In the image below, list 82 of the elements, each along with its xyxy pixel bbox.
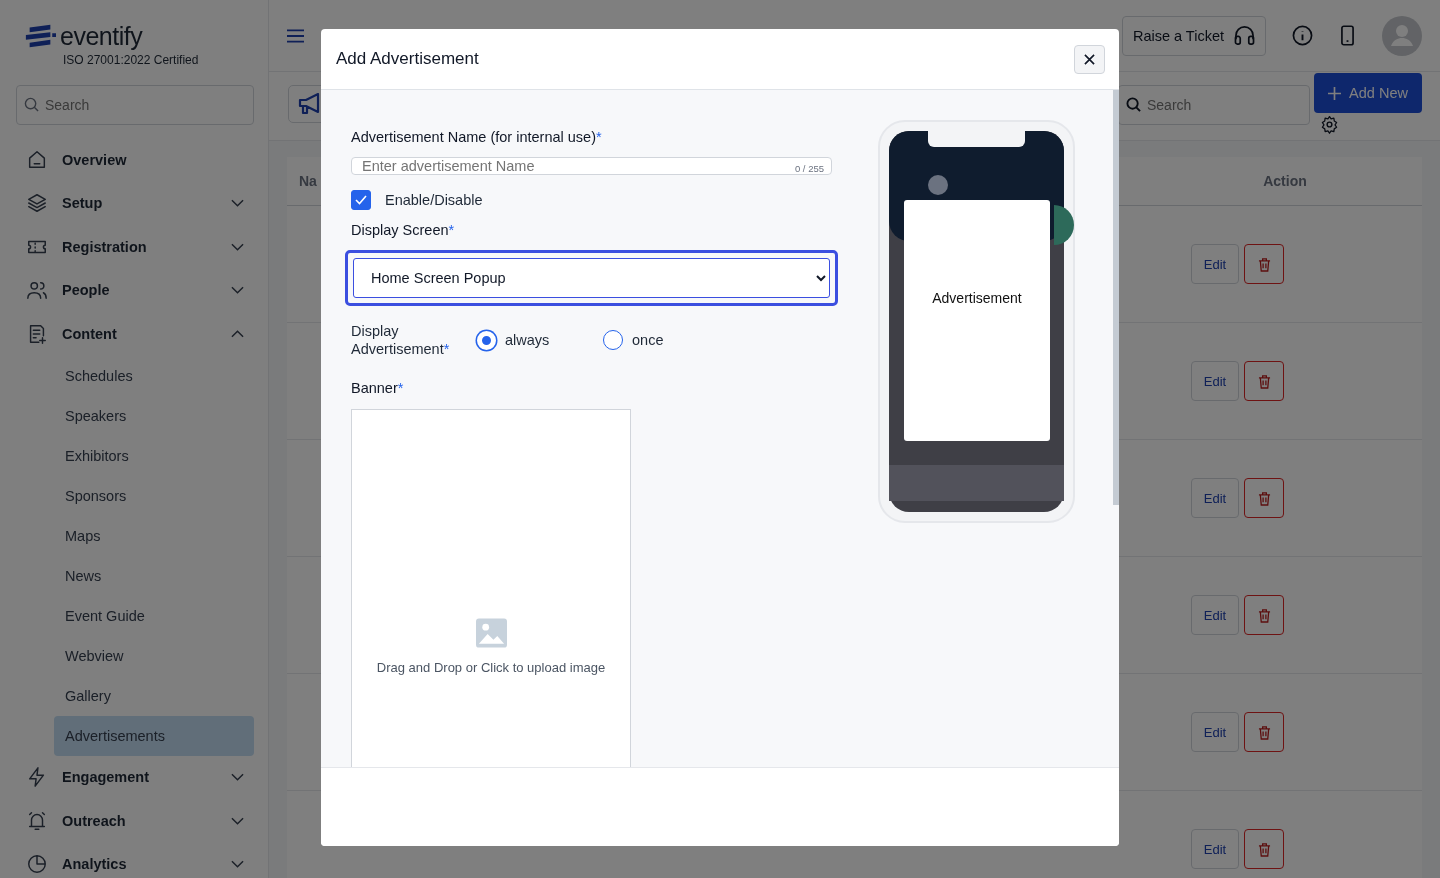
- nav-subitem[interactable]: Sponsors: [54, 475, 254, 516]
- checkbox-label: Enable/Disable: [385, 192, 483, 208]
- trash-icon: [1257, 724, 1271, 740]
- mobile-phone-icon[interactable]: [1341, 25, 1354, 46]
- raise-ticket-button[interactable]: Raise a Ticket: [1121, 15, 1266, 56]
- search-field[interactable]: Search: [16, 85, 254, 125]
- search-field[interactable]: Search: [1118, 85, 1310, 125]
- trash-icon: [1257, 607, 1271, 623]
- close-icon: [1084, 53, 1095, 65]
- megaphone-icon: [298, 93, 322, 115]
- certification-text: ISO 27001:2022 Certified: [63, 53, 200, 67]
- delete-button[interactable]: [1244, 244, 1284, 284]
- radio-label: always: [505, 332, 550, 348]
- modal-title: Add Advertisement: [336, 49, 479, 69]
- field-label: Advertisement Name (for internal use)*: [351, 129, 603, 145]
- trash-icon: [1257, 841, 1271, 857]
- close-button[interactable]: [1074, 44, 1105, 74]
- nav-subitem[interactable]: Exhibitors: [54, 435, 254, 476]
- image-icon: [475, 618, 507, 648]
- search-icon: [1126, 97, 1141, 112]
- brand-name: eventify: [60, 22, 143, 51]
- headset-icon: [1234, 26, 1255, 45]
- nav-subitem[interactable]: Maps: [54, 515, 254, 556]
- radio-button[interactable]: [603, 330, 623, 350]
- logo-icon: [24, 23, 56, 50]
- edit-button[interactable]: Edit: [1191, 244, 1239, 284]
- radio-label: once: [632, 332, 664, 348]
- trash-icon: [1257, 373, 1271, 389]
- nav-icon: [26, 148, 48, 171]
- field-label: Banner*: [351, 380, 405, 396]
- delete-button[interactable]: [1244, 595, 1284, 635]
- required-mark: *: [596, 129, 602, 145]
- info-icon[interactable]: [1292, 25, 1313, 46]
- nav-subitem[interactable]: News: [54, 555, 254, 596]
- nav-subitem[interactable]: Advertisements: [54, 715, 254, 756]
- required-mark: *: [443, 341, 450, 357]
- checkbox[interactable]: [351, 190, 371, 210]
- edit-button[interactable]: Edit: [1191, 478, 1239, 518]
- checkmark-icon: [355, 195, 367, 205]
- nav-item[interactable]: Analytics: [16, 842, 254, 878]
- nav-subitem[interactable]: Webview: [54, 635, 254, 676]
- edit-button[interactable]: Edit: [1191, 712, 1239, 752]
- delete-button[interactable]: [1244, 712, 1284, 752]
- nav-subitem[interactable]: Schedules: [54, 355, 254, 396]
- required-mark: *: [397, 380, 404, 396]
- character-counter: 0 / 255: [794, 163, 824, 174]
- advertisement-label: Advertisement: [932, 290, 1022, 308]
- delete-button[interactable]: [1244, 478, 1284, 518]
- menu-icon[interactable]: [287, 28, 304, 43]
- nav-item[interactable]: Setup: [16, 181, 254, 225]
- edit-button[interactable]: Edit: [1191, 829, 1239, 869]
- upload-hint: Drag and Drop or Click to upload image: [376, 660, 606, 675]
- nav-icon: [26, 192, 48, 215]
- nav-icon: [26, 853, 48, 876]
- field-label: Display Advertisement*: [351, 322, 451, 358]
- search-icon: [24, 97, 39, 112]
- delete-button[interactable]: [1244, 829, 1284, 869]
- nav-icon: [26, 809, 48, 832]
- nav-subitem[interactable]: Gallery: [54, 675, 254, 716]
- nav-icon: [26, 279, 48, 302]
- nav-subitem[interactable]: Event Guide: [54, 595, 254, 636]
- nav-item[interactable]: Content: [16, 312, 254, 356]
- field-label: Display Screen*: [351, 222, 456, 238]
- settings-icon[interactable]: [1320, 115, 1339, 134]
- column-header: Na: [299, 173, 318, 189]
- upload-area[interactable]: Drag and Drop or Click to upload image: [351, 409, 631, 767]
- nav-item[interactable]: Engagement: [16, 755, 254, 799]
- edit-button[interactable]: Edit: [1191, 361, 1239, 401]
- nav-item[interactable]: Registration: [16, 225, 254, 269]
- nav-item[interactable]: People: [16, 268, 254, 312]
- delete-button[interactable]: [1244, 361, 1284, 401]
- column-header: Action: [1262, 173, 1308, 189]
- required-mark: *: [448, 222, 455, 238]
- display-screen-select[interactable]: Home Screen Popup: [353, 258, 830, 298]
- add-new-button[interactable]: Add New: [1314, 73, 1422, 113]
- plus-icon: [1328, 86, 1342, 100]
- nav-subitem[interactable]: Speakers: [54, 395, 254, 436]
- nav-item[interactable]: Outreach: [16, 799, 254, 843]
- trash-icon: [1257, 256, 1271, 272]
- nav-item[interactable]: Overview: [16, 138, 254, 182]
- edit-button[interactable]: Edit: [1191, 595, 1239, 635]
- trash-icon: [1257, 490, 1271, 506]
